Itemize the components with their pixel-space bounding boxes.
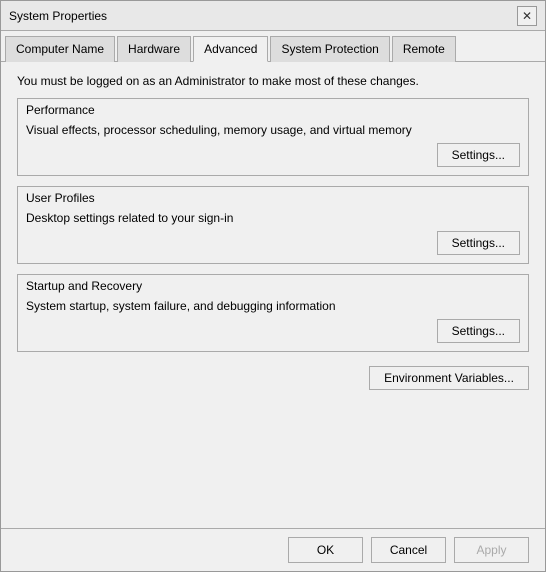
environment-variables-button[interactable]: Environment Variables... (369, 366, 529, 390)
startup-recovery-settings-row: Settings... (26, 319, 520, 343)
performance-settings-row: Settings... (26, 143, 520, 167)
startup-recovery-desc: System startup, system failure, and debu… (26, 299, 520, 313)
system-properties-window: System Properties ✕ Computer Name Hardwa… (0, 0, 546, 572)
performance-desc: Visual effects, processor scheduling, me… (26, 123, 520, 137)
user-profiles-settings-button[interactable]: Settings... (437, 231, 520, 255)
bottom-bar: OK Cancel Apply (1, 528, 545, 571)
performance-group-content: Visual effects, processor scheduling, me… (18, 119, 528, 175)
performance-settings-button[interactable]: Settings... (437, 143, 520, 167)
tab-content: You must be logged on as an Administrato… (1, 62, 545, 528)
info-text: You must be logged on as an Administrato… (17, 74, 529, 88)
close-button[interactable]: ✕ (517, 6, 537, 26)
tab-remote[interactable]: Remote (392, 36, 456, 62)
startup-recovery-group: Startup and Recovery System startup, sys… (17, 274, 529, 352)
title-bar: System Properties ✕ (1, 1, 545, 31)
tab-system-protection[interactable]: System Protection (270, 36, 389, 62)
tab-advanced[interactable]: Advanced (193, 36, 268, 62)
startup-recovery-group-content: System startup, system failure, and debu… (18, 295, 528, 351)
cancel-button[interactable]: Cancel (371, 537, 446, 563)
ok-button[interactable]: OK (288, 537, 363, 563)
tab-computer-name[interactable]: Computer Name (5, 36, 115, 62)
window-title: System Properties (9, 9, 107, 23)
startup-recovery-settings-button[interactable]: Settings... (437, 319, 520, 343)
env-variables-row: Environment Variables... (17, 366, 529, 390)
user-profiles-group-title: User Profiles (18, 187, 528, 207)
user-profiles-settings-row: Settings... (26, 231, 520, 255)
tab-hardware[interactable]: Hardware (117, 36, 191, 62)
user-profiles-group: User Profiles Desktop settings related t… (17, 186, 529, 264)
close-icon: ✕ (522, 9, 532, 23)
user-profiles-group-content: Desktop settings related to your sign-in… (18, 207, 528, 263)
apply-button[interactable]: Apply (454, 537, 529, 563)
user-profiles-desc: Desktop settings related to your sign-in (26, 211, 520, 225)
spacer (17, 394, 529, 516)
performance-group: Performance Visual effects, processor sc… (17, 98, 529, 176)
startup-recovery-group-title: Startup and Recovery (18, 275, 528, 295)
performance-group-title: Performance (18, 99, 528, 119)
tab-bar: Computer Name Hardware Advanced System P… (1, 31, 545, 62)
